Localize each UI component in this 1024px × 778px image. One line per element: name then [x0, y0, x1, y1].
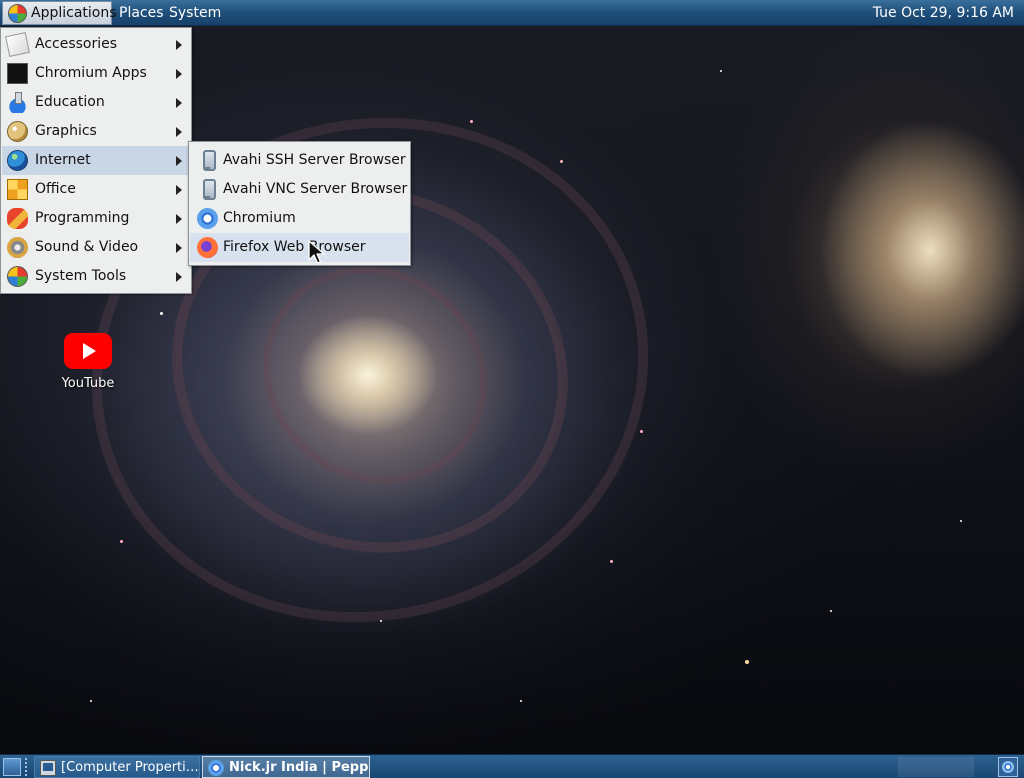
star [90, 700, 92, 702]
submenu-arrow-icon [176, 156, 182, 166]
menu-item-office[interactable]: Office [2, 175, 190, 204]
submenu-item-avahi-ssh[interactable]: Avahi SSH Server Browser [190, 146, 409, 175]
submenu-arrow-icon [176, 40, 182, 50]
panel-handle[interactable] [25, 758, 31, 776]
taskbar-button-label: [Computer Properti… [61, 760, 199, 775]
accessories-icon [5, 32, 30, 57]
applications-menu: Accessories Chromium Apps Education Grap… [0, 27, 192, 294]
submenu-item-chromium[interactable]: Chromium [190, 204, 409, 233]
menu-item-chromium-apps[interactable]: Chromium Apps [2, 59, 190, 88]
menu-item-label: Office [35, 181, 76, 197]
avahi-icon [197, 150, 218, 171]
sound-video-icon [7, 237, 28, 258]
menu-item-education[interactable]: Education [2, 88, 190, 117]
programming-icon [7, 208, 28, 229]
graphics-icon [7, 121, 28, 142]
chromium-tray-icon[interactable] [998, 757, 1018, 777]
star [160, 312, 163, 315]
menu-item-graphics[interactable]: Graphics [2, 117, 190, 146]
taskbar-button-computer-properties[interactable]: [Computer Properti… [34, 756, 200, 778]
menu-item-label: Accessories [35, 36, 118, 52]
submenu-arrow-icon [176, 185, 182, 195]
star [720, 70, 722, 72]
star [610, 560, 613, 563]
youtube-icon[interactable] [64, 333, 112, 369]
chromium-apps-icon [7, 63, 28, 84]
menu-item-programming[interactable]: Programming [2, 204, 190, 233]
menu-item-sound-video[interactable]: Sound & Video [2, 233, 190, 262]
submenu-item-avahi-vnc[interactable]: Avahi VNC Server Browser [190, 175, 409, 204]
submenu-arrow-icon [176, 98, 182, 108]
submenu-item-label: Avahi VNC Server Browser [223, 181, 408, 197]
firefox-icon [197, 237, 218, 258]
distro-logo-icon [8, 4, 27, 23]
submenu-item-label: Firefox Web Browser [223, 239, 366, 255]
internet-globe-icon [7, 150, 28, 171]
office-icon [7, 179, 28, 200]
taskbar-button-label: Nick.jr India | Peppa… [229, 760, 369, 775]
menu-item-label: Chromium Apps [35, 65, 147, 81]
computer-icon [40, 760, 56, 776]
top-panel: Applications Places System Tue Oct 29, 9… [0, 0, 1024, 26]
star [470, 120, 473, 123]
submenu-arrow-icon [176, 272, 182, 282]
system-menu-button[interactable]: System [163, 0, 227, 26]
menu-item-label: Programming [35, 210, 130, 226]
submenu-arrow-icon [176, 127, 182, 137]
internet-submenu: Avahi SSH Server Browser Avahi VNC Serve… [188, 141, 411, 266]
star [120, 540, 123, 543]
places-menu-button[interactable]: Places [113, 0, 170, 26]
star [640, 430, 643, 433]
menu-item-system-tools[interactable]: System Tools [2, 262, 190, 291]
show-desktop-button[interactable] [3, 758, 21, 776]
menu-item-label: Education [35, 94, 105, 110]
system-tools-icon [7, 266, 28, 287]
education-icon [7, 92, 28, 113]
chromium-icon [197, 208, 218, 229]
submenu-item-label: Chromium [223, 210, 296, 226]
workspace-switcher[interactable] [898, 757, 974, 777]
applications-menu-button[interactable]: Applications [2, 1, 117, 25]
submenu-arrow-icon [176, 69, 182, 79]
menu-item-accessories[interactable]: Accessories [2, 30, 190, 59]
submenu-arrow-icon [176, 214, 182, 224]
submenu-item-label: Avahi SSH Server Browser [223, 152, 406, 168]
menu-item-internet[interactable]: Internet [2, 146, 190, 175]
menu-item-label: Internet [35, 152, 91, 168]
applications-label: Applications [31, 5, 117, 21]
submenu-item-firefox[interactable]: Firefox Web Browser [190, 233, 409, 262]
star [745, 660, 749, 664]
chromium-icon [208, 760, 224, 776]
menu-item-label: System Tools [35, 268, 127, 284]
star [380, 620, 382, 622]
star [960, 520, 962, 522]
clock[interactable]: Tue Oct 29, 9:16 AM [873, 0, 1014, 26]
submenu-arrow-icon [176, 243, 182, 253]
star [560, 160, 563, 163]
bottom-panel: [Computer Properti… Nick.jr India | Pepp… [0, 754, 1024, 778]
mouse-pointer-icon [308, 240, 325, 264]
menu-item-label: Graphics [35, 123, 97, 139]
star [520, 700, 522, 702]
avahi-icon [197, 179, 218, 200]
taskbar-button-chromium-window[interactable]: Nick.jr India | Peppa… [202, 756, 370, 778]
menu-item-label: Sound & Video [35, 239, 139, 255]
desktop-icon-label[interactable]: YouTube [48, 376, 128, 391]
star [830, 610, 832, 612]
